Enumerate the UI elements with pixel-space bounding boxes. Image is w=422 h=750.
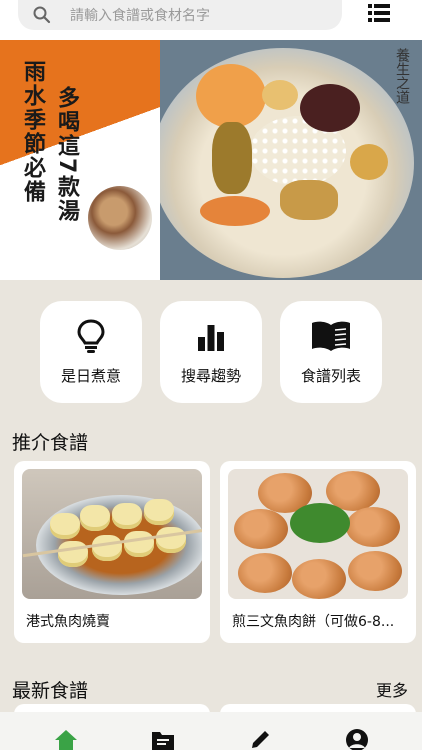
fishcake-image <box>238 553 292 593</box>
dumpling-image <box>144 499 174 525</box>
fishcake-image <box>292 559 346 599</box>
top-bar: 請輸入食譜或食材名字 <box>0 0 422 40</box>
fishcake-image <box>348 551 402 591</box>
banner-headline-left: 雨水季節必備 <box>20 60 45 204</box>
section-title-latest: 最新食譜 <box>12 680 89 702</box>
dumpling-image <box>112 503 142 529</box>
banner-headline-right: 多喝這7款湯 <box>54 86 79 224</box>
book-icon <box>312 321 350 351</box>
ingredient-image <box>262 80 298 110</box>
dumpling-image <box>124 531 154 557</box>
dumpling-image <box>50 513 80 539</box>
carrot-image <box>200 196 270 226</box>
recipe-title: 煎三文魚肉餅（可做6-8... <box>232 614 395 630</box>
home-icon[interactable] <box>53 728 79 750</box>
quick-action-idea[interactable]: 是日煮意 <box>40 301 142 403</box>
lightbulb-icon <box>77 319 105 353</box>
section-title-recommended: 推介食譜 <box>12 432 89 454</box>
folder-icon[interactable] <box>150 728 176 750</box>
pencil-icon[interactable] <box>247 728 273 750</box>
quick-action-trends[interactable]: 搜尋趨勢 <box>160 301 262 403</box>
search-input[interactable]: 請輸入食譜或食材名字 <box>70 5 210 25</box>
bar-chart-icon <box>198 325 224 351</box>
banner-carousel[interactable]: 雨水季節必備 多喝這7款湯 養生之道 <box>0 40 422 280</box>
quick-action-label: 是日煮意 <box>60 367 121 385</box>
chestnut-image <box>350 144 388 180</box>
more-link[interactable]: 更多 <box>376 677 408 701</box>
ingredients-plate-image <box>88 186 152 250</box>
ingredient-image <box>280 180 338 220</box>
fishcake-image <box>234 509 288 549</box>
recipe-title: 港式魚肉燒賣 <box>26 614 110 630</box>
fishcake-image <box>346 507 400 547</box>
mushroom-stem-image <box>212 122 252 194</box>
dumpling-image <box>80 505 110 531</box>
search-icon <box>33 6 51 24</box>
banner-signature: 養生之道 <box>394 48 410 104</box>
quick-action-recipes[interactable]: 食譜列表 <box>280 301 382 403</box>
quick-action-label: 食譜列表 <box>300 367 361 385</box>
sweet-potato-image <box>196 64 266 128</box>
recipe-thumbnail <box>228 469 408 599</box>
bottom-tab-bar <box>0 712 422 750</box>
recipe-card[interactable]: 煎三文魚肉餅（可做6-8... <box>220 461 416 643</box>
search-bar[interactable]: 請輸入食譜或食材名字 <box>18 0 342 30</box>
recipe-thumbnail <box>22 469 202 599</box>
mushroom-image <box>300 84 360 132</box>
dumpling-image <box>92 535 122 561</box>
user-icon[interactable] <box>344 728 370 750</box>
herb-garnish-image <box>290 503 350 543</box>
recipe-card[interactable]: 港式魚肉燒賣 <box>14 461 210 643</box>
list-menu-icon[interactable] <box>366 2 392 24</box>
quick-action-label: 搜尋趨勢 <box>180 367 241 385</box>
